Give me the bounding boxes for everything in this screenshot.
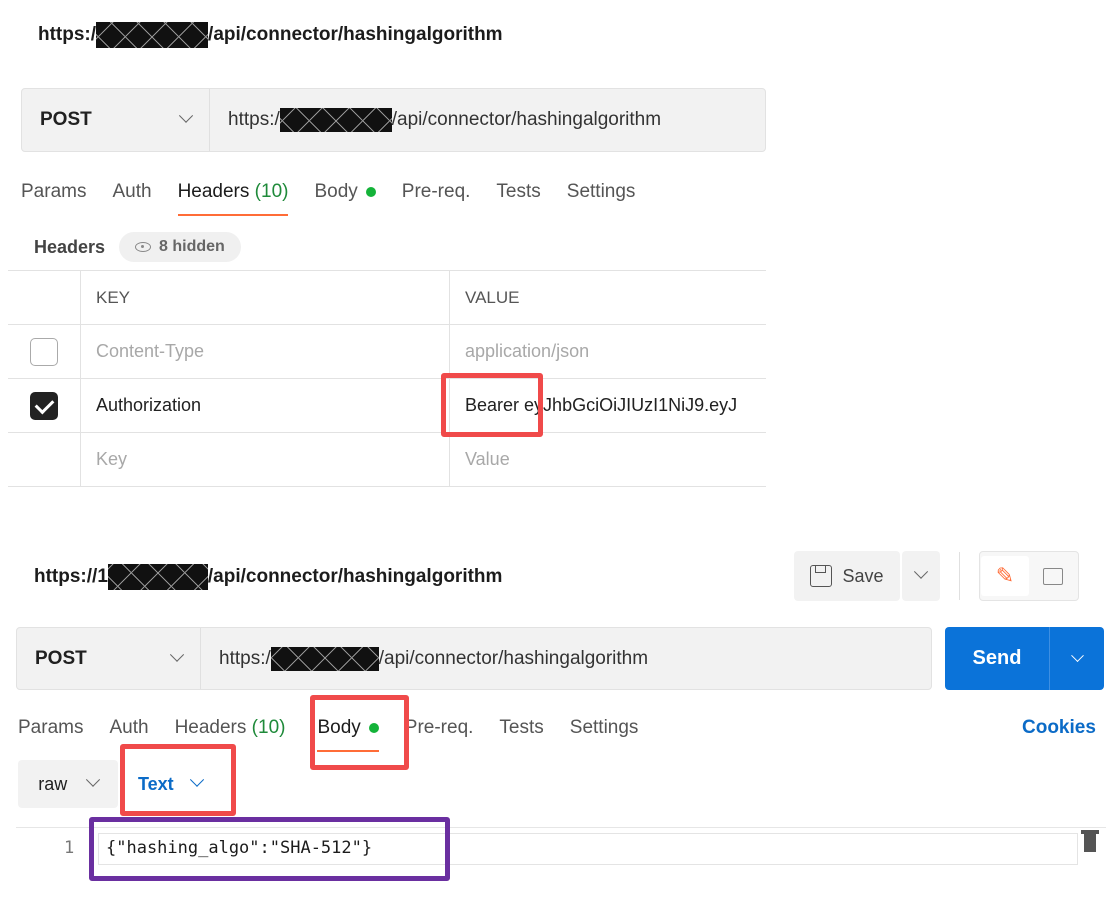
body-mode-select[interactable]: raw bbox=[18, 760, 118, 808]
chevron-down-icon bbox=[178, 108, 194, 123]
request-bar: POST https://api/connector/hashingalgori… bbox=[21, 88, 766, 152]
method-select[interactable]: POST bbox=[17, 628, 201, 689]
table-header-row: KEY VALUE bbox=[8, 271, 766, 325]
line-number: 1 bbox=[64, 838, 75, 858]
headers-subheader: Headers 8 hidden bbox=[34, 232, 241, 262]
headers-table: KEY VALUE Content-Type application/json … bbox=[8, 270, 766, 487]
format-highlight-box bbox=[120, 744, 236, 816]
request-title: https://1/api/connector/hashingalgorithm bbox=[34, 564, 502, 590]
tab-pre-req[interactable]: Pre-req. bbox=[405, 717, 474, 739]
redacted-host bbox=[96, 22, 209, 48]
send-button[interactable]: Send bbox=[945, 627, 1104, 690]
url-input[interactable]: https://api/connector/hashingalgorithm bbox=[201, 646, 648, 671]
url-input[interactable]: https://api/connector/hashingalgorithm bbox=[210, 108, 661, 132]
chevron-down-icon bbox=[913, 564, 929, 579]
new-value-input[interactable]: Value bbox=[450, 433, 766, 486]
send-options-button[interactable] bbox=[1050, 627, 1104, 690]
tab-params[interactable]: Params bbox=[18, 717, 83, 739]
top-request-panel: https://api/connector/hashingalgorithm P… bbox=[0, 0, 766, 494]
header-key-cell[interactable]: Authorization bbox=[81, 379, 450, 432]
column-header-key: KEY bbox=[81, 271, 450, 324]
tab-headers[interactable]: Headers (10) bbox=[175, 717, 286, 739]
save-options-button[interactable] bbox=[902, 551, 940, 601]
tab-auth[interactable]: Auth bbox=[109, 717, 148, 739]
view-mode-toggle: ✎ bbox=[979, 551, 1079, 601]
bearer-highlight-box bbox=[441, 373, 543, 437]
tab-body[interactable]: Body bbox=[314, 181, 376, 203]
request-tabs: Params Auth Headers (10) Body Pre-req. T… bbox=[21, 181, 661, 216]
tab-auth[interactable]: Auth bbox=[112, 181, 151, 203]
row-checkbox[interactable] bbox=[30, 337, 58, 366]
eye-icon bbox=[135, 242, 152, 252]
tab-headers[interactable]: Headers (10) bbox=[177, 181, 288, 216]
method-select[interactable]: POST bbox=[22, 89, 210, 151]
table-row: Authorization Bearer eyJhbGciOiJIUzI1NiJ… bbox=[8, 379, 766, 433]
tab-settings[interactable]: Settings bbox=[567, 181, 636, 203]
json-highlight-box bbox=[89, 817, 450, 881]
comment-icon[interactable] bbox=[1029, 556, 1077, 596]
body-status-dot bbox=[365, 186, 376, 197]
save-button[interactable]: Save bbox=[794, 551, 900, 601]
request-bar: POST https://api/connector/hashingalgori… bbox=[16, 627, 932, 690]
tab-tests[interactable]: Tests bbox=[499, 717, 543, 739]
header-key-cell[interactable]: Content-Type bbox=[81, 325, 450, 378]
tab-settings[interactable]: Settings bbox=[570, 717, 639, 739]
row-checkbox[interactable] bbox=[30, 391, 58, 420]
editor-scrollbar[interactable] bbox=[1081, 830, 1099, 852]
column-header-value: VALUE bbox=[465, 287, 520, 307]
request-title: https://api/connector/hashingalgorithm bbox=[38, 22, 503, 48]
toolbar-divider bbox=[959, 552, 960, 600]
tab-params[interactable]: Params bbox=[21, 181, 86, 203]
header-value-cell[interactable]: application/json bbox=[450, 325, 766, 378]
tab-pre-req[interactable]: Pre-req. bbox=[402, 181, 471, 203]
redacted-host bbox=[270, 646, 379, 671]
cookies-link[interactable]: Cookies bbox=[1022, 717, 1096, 739]
tab-tests[interactable]: Tests bbox=[496, 181, 540, 203]
chevron-down-icon bbox=[169, 647, 185, 662]
save-icon bbox=[810, 565, 833, 587]
pencil-icon[interactable]: ✎ bbox=[981, 556, 1029, 596]
body-tab-highlight-box bbox=[310, 695, 409, 770]
chevron-down-icon bbox=[85, 772, 100, 787]
table-row-empty: Key Value bbox=[8, 433, 766, 487]
redacted-host bbox=[279, 108, 392, 132]
table-row: Content-Type application/json bbox=[8, 325, 766, 379]
bottom-request-panel: https://1/api/connector/hashingalgorithm… bbox=[0, 538, 1110, 905]
redacted-host bbox=[107, 564, 208, 590]
hidden-headers-toggle[interactable]: 8 hidden bbox=[119, 232, 241, 262]
new-key-input[interactable]: Key bbox=[81, 433, 450, 486]
chevron-down-icon bbox=[1070, 649, 1084, 663]
